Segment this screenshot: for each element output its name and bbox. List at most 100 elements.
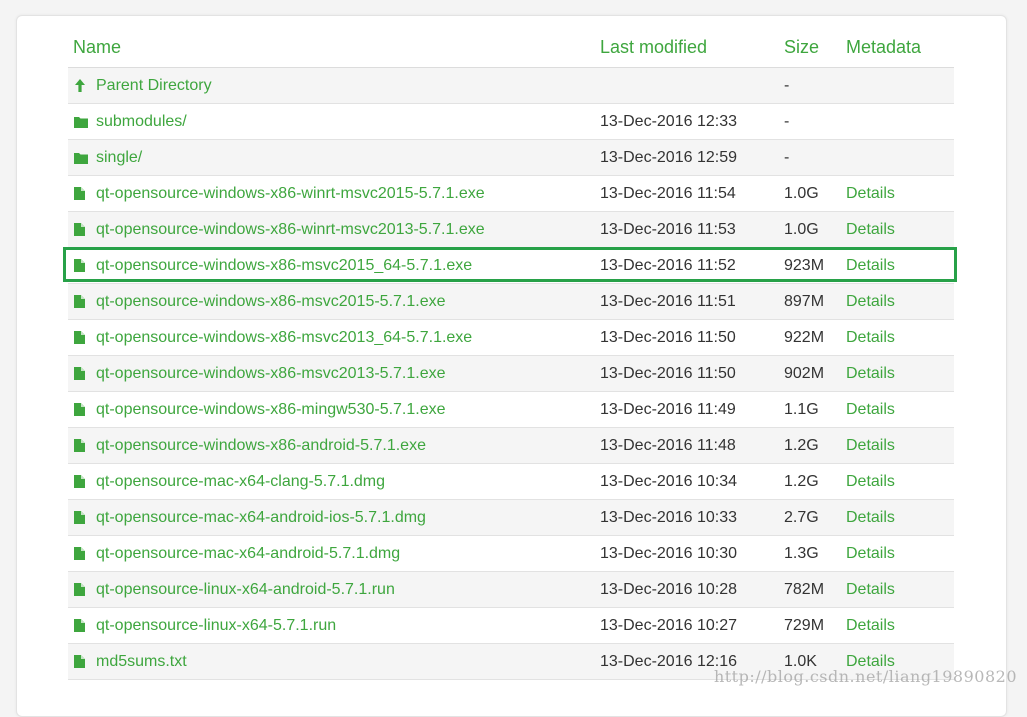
- last-modified: 13-Dec-2016 11:49: [600, 401, 736, 418]
- last-modified: 13-Dec-2016 11:52: [600, 257, 736, 274]
- file-size: 1.3G: [784, 545, 819, 562]
- file-name-link[interactable]: submodules/: [96, 113, 187, 131]
- file-size: 922M: [784, 329, 825, 346]
- details-link[interactable]: Details: [846, 437, 895, 455]
- file-icon: [74, 223, 86, 236]
- sort-by-name-link[interactable]: Name: [73, 37, 121, 58]
- sort-by-last-modified-link[interactable]: Last modified: [600, 37, 707, 58]
- last-modified: 13-Dec-2016 11:50: [600, 329, 736, 346]
- table-row: qt-opensource-linux-x64-android-5.7.1.ru…: [68, 572, 954, 608]
- file-icon: [74, 583, 86, 596]
- file-name-link[interactable]: Parent Directory: [96, 77, 212, 95]
- file-name-link[interactable]: single/: [96, 149, 142, 167]
- sort-by-metadata-link[interactable]: Metadata: [846, 37, 921, 58]
- last-modified: 13-Dec-2016 11:50: [600, 365, 736, 382]
- folder-icon: [74, 151, 88, 164]
- table-row: Parent Directory -: [68, 68, 954, 104]
- watermark: http://blog.csdn.net/liang19890820: [713, 667, 1017, 686]
- file-name-link[interactable]: qt-opensource-windows-x86-msvc2013_64-5.…: [96, 329, 472, 347]
- table-row: submodules/13-Dec-2016 12:33 -: [68, 104, 954, 140]
- last-modified: 13-Dec-2016 12:59: [600, 149, 737, 166]
- file-size: 902M: [784, 365, 825, 382]
- last-modified: 13-Dec-2016 11:54: [600, 185, 736, 202]
- file-size: 1.2G: [784, 473, 819, 490]
- details-link[interactable]: Details: [846, 401, 895, 419]
- table-row-highlighted: qt-opensource-windows-x86-msvc2015_64-5.…: [63, 247, 957, 284]
- file-size: 1.2G: [784, 437, 819, 454]
- file-name-link[interactable]: qt-opensource-linux-x64-android-5.7.1.ru…: [96, 581, 395, 599]
- file-size: -: [784, 77, 790, 94]
- file-icon: [74, 331, 86, 344]
- file-name-link[interactable]: qt-opensource-windows-x86-winrt-msvc2013…: [96, 221, 485, 239]
- last-modified: 13-Dec-2016 10:28: [600, 581, 737, 598]
- details-link[interactable]: Details: [846, 581, 895, 599]
- last-modified: 13-Dec-2016 11:48: [600, 437, 736, 454]
- table-row: qt-opensource-windows-x86-msvc2015-5.7.1…: [68, 284, 954, 320]
- file-size: 2.7G: [784, 509, 819, 526]
- last-modified: 13-Dec-2016 10:33: [600, 509, 737, 526]
- details-link[interactable]: Details: [846, 293, 895, 311]
- file-name-link[interactable]: qt-opensource-windows-x86-android-5.7.1.…: [96, 437, 426, 455]
- file-name-link[interactable]: qt-opensource-windows-x86-msvc2015_64-5.…: [96, 257, 472, 275]
- table-row: qt-opensource-windows-x86-mingw530-5.7.1…: [68, 392, 954, 428]
- file-size: 1.0G: [784, 221, 819, 238]
- file-icon: [74, 403, 86, 416]
- file-name-link[interactable]: qt-opensource-windows-x86-msvc2013-5.7.1…: [96, 365, 446, 383]
- file-icon: [74, 367, 86, 380]
- details-link[interactable]: Details: [846, 617, 895, 635]
- file-icon: [74, 439, 86, 452]
- file-size: 1.1G: [784, 401, 819, 418]
- arrow-up-icon: [74, 79, 86, 92]
- table-row: single/13-Dec-2016 12:59 -: [68, 140, 954, 176]
- table-row: qt-opensource-mac-x64-android-ios-5.7.1.…: [68, 500, 954, 536]
- file-icon: [74, 475, 86, 488]
- last-modified: 13-Dec-2016 11:53: [600, 221, 736, 238]
- file-name-link[interactable]: qt-opensource-windows-x86-winrt-msvc2015…: [96, 185, 485, 203]
- file-icon: [74, 259, 86, 272]
- file-icon: [74, 511, 86, 524]
- file-name-link[interactable]: qt-opensource-windows-x86-mingw530-5.7.1…: [96, 401, 446, 419]
- file-size: 782M: [784, 581, 825, 598]
- table-row: qt-opensource-windows-x86-msvc2013-5.7.1…: [68, 356, 954, 392]
- file-name-link[interactable]: qt-opensource-mac-x64-android-5.7.1.dmg: [96, 545, 400, 563]
- details-link[interactable]: Details: [846, 329, 895, 347]
- details-link[interactable]: Details: [846, 221, 895, 239]
- file-name-link[interactable]: qt-opensource-mac-x64-clang-5.7.1.dmg: [96, 473, 385, 491]
- details-link[interactable]: Details: [846, 473, 895, 491]
- table-row: qt-opensource-mac-x64-android-5.7.1.dmg 1…: [68, 536, 954, 572]
- file-name-link[interactable]: qt-opensource-windows-x86-msvc2015-5.7.1…: [96, 293, 446, 311]
- file-size: -: [784, 149, 790, 166]
- file-name-link[interactable]: qt-opensource-linux-x64-5.7.1.run: [96, 617, 336, 635]
- details-link[interactable]: Details: [846, 365, 895, 383]
- file-size: 729M: [784, 617, 825, 634]
- file-size: 923M: [784, 257, 825, 274]
- table-row: qt-opensource-linux-x64-5.7.1.run 13-Dec-…: [68, 608, 954, 644]
- sort-by-size-link[interactable]: Size: [784, 37, 819, 58]
- details-link[interactable]: Details: [846, 257, 895, 275]
- file-listing-table: Name Last modified Size Metadata Parent …: [63, 31, 957, 680]
- file-icon: [74, 655, 86, 668]
- table-row: qt-opensource-windows-x86-winrt-msvc2015…: [68, 176, 954, 212]
- file-icon: [74, 619, 86, 632]
- file-icon: [74, 187, 86, 200]
- details-link[interactable]: Details: [846, 509, 895, 527]
- last-modified: 13-Dec-2016 10:30: [600, 545, 737, 562]
- table-row: qt-opensource-windows-x86-winrt-msvc2013…: [68, 212, 954, 248]
- table-body: Parent Directory - submodules/13-Dec-2016 …: [63, 68, 957, 680]
- file-size: -: [784, 113, 790, 130]
- table-header: Name Last modified Size Metadata: [68, 31, 954, 68]
- file-name-link[interactable]: md5sums.txt: [96, 653, 187, 671]
- last-modified: 13-Dec-2016 12:33: [600, 113, 737, 130]
- file-size: 1.0G: [784, 185, 819, 202]
- details-link[interactable]: Details: [846, 185, 895, 203]
- table-row: qt-opensource-windows-x86-android-5.7.1.…: [68, 428, 954, 464]
- table-row: qt-opensource-windows-x86-msvc2013_64-5.…: [68, 320, 954, 356]
- file-name-link[interactable]: qt-opensource-mac-x64-android-ios-5.7.1.…: [96, 509, 426, 527]
- last-modified: 13-Dec-2016 10:34: [600, 473, 737, 490]
- file-icon: [74, 295, 86, 308]
- table-row: qt-opensource-mac-x64-clang-5.7.1.dmg 13-…: [68, 464, 954, 500]
- details-link[interactable]: Details: [846, 545, 895, 563]
- file-icon: [74, 547, 86, 560]
- last-modified: 13-Dec-2016 10:27: [600, 617, 737, 634]
- file-size: 897M: [784, 293, 825, 310]
